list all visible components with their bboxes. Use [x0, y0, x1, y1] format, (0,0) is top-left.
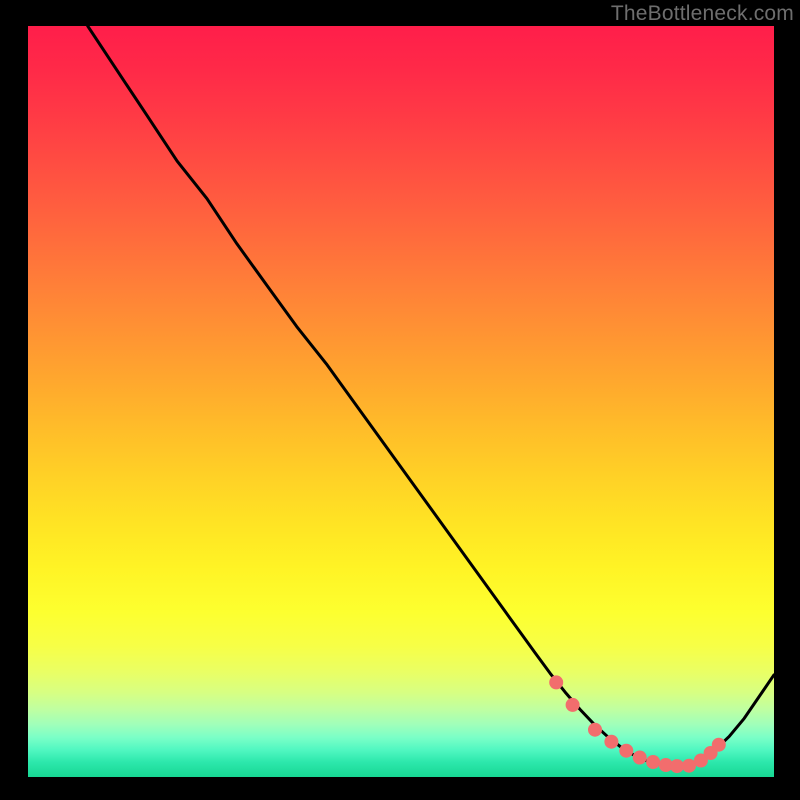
chart-marker: [646, 755, 660, 769]
chart-marker: [619, 744, 633, 758]
chart-marker: [604, 735, 618, 749]
watermark-text: TheBottleneck.com: [611, 2, 794, 26]
chart-marker: [549, 675, 563, 689]
chart-marker: [566, 698, 580, 712]
chart-plot-area: [28, 26, 774, 777]
chart-svg: [28, 26, 774, 777]
chart-marker: [588, 723, 602, 737]
chart-marker: [712, 738, 726, 752]
chart-marker: [682, 759, 696, 773]
chart-background: [28, 26, 774, 777]
chart-marker: [670, 759, 684, 773]
chart-frame: TheBottleneck.com: [0, 0, 800, 800]
chart-marker: [633, 751, 647, 765]
